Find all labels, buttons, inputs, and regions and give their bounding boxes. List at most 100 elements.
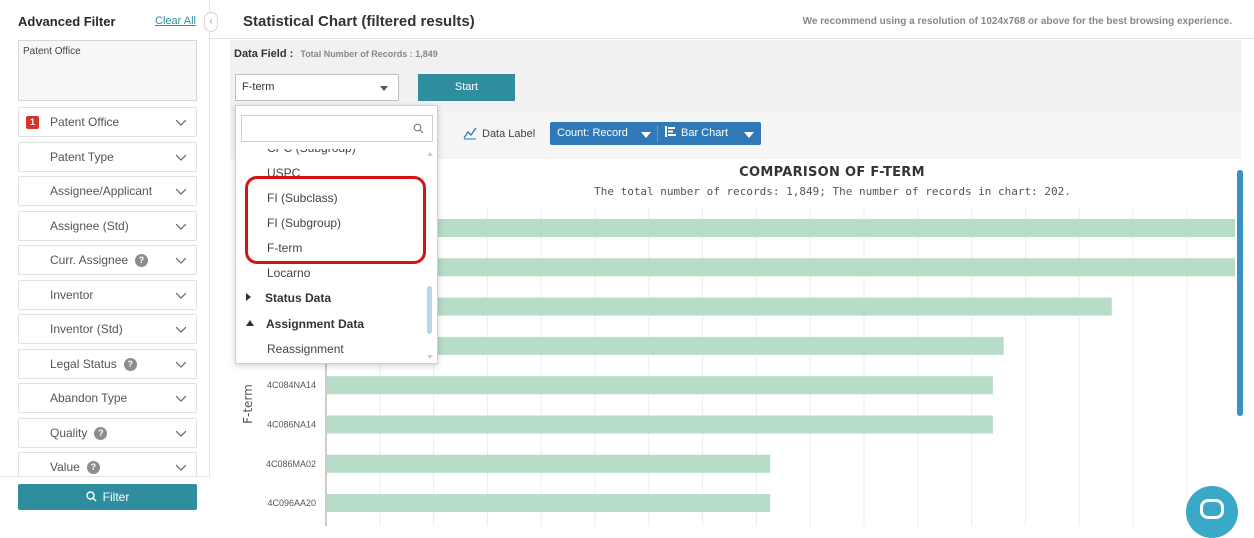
- dropdown-options: CPC (Subgroup) USPC FI (Subclass) FI (Subgr…: [236, 149, 429, 363]
- chart-type-label: Bar Chart: [681, 127, 729, 139]
- dropdown-scrollbar-thumb[interactable]: [427, 286, 432, 334]
- chevron-down-icon: [176, 257, 186, 264]
- help-icon[interactable]: ?: [135, 254, 149, 267]
- sidebar-title: Advanced Filter: [18, 14, 116, 29]
- filter-item-label: Assignee/Applicant: [50, 184, 153, 198]
- category-tick-label: 4C086NA14: [267, 420, 316, 430]
- count-record-button[interactable]: Count: Record: [557, 122, 657, 145]
- count-record-label: Count: Record: [557, 127, 628, 139]
- filter-item-patent-office[interactable]: 1 Patent Office: [18, 107, 197, 137]
- start-button[interactable]: Start: [418, 74, 515, 101]
- chevron-left-icon: ‹: [209, 16, 213, 27]
- chart-bar[interactable]: [327, 376, 993, 395]
- dropdown-group-status-data[interactable]: Status Data: [246, 291, 331, 305]
- chart-bar[interactable]: [327, 258, 1235, 277]
- caret-down-icon: [744, 132, 754, 138]
- bar-chart-icon: [665, 126, 676, 137]
- chart-options-group: Count: Record Bar Chart: [550, 122, 761, 145]
- dropdown-group-assignment-data[interactable]: Assignment Data: [246, 317, 364, 331]
- filter-item-label: Patent Type: [50, 149, 114, 164]
- collapse-arrow-icon: [246, 320, 254, 326]
- filter-item-patent-type[interactable]: Patent Type: [18, 141, 197, 172]
- selected-filters-box: Patent Office: [18, 40, 197, 101]
- filter-item-label: Patent Office: [50, 115, 120, 129]
- data-field-panel: Data Field : Total Number of Records : 1…: [230, 40, 1241, 112]
- data-label-icon[interactable]: [463, 126, 477, 140]
- filter-item-label: Curr. Assignee: [50, 253, 129, 267]
- dropdown-group-label: Status Data: [265, 291, 332, 305]
- clear-all-link[interactable]: Clear All: [155, 15, 196, 27]
- search-icon: [413, 123, 424, 134]
- filter-item-abandon-type[interactable]: Abandon Type: [18, 383, 197, 413]
- filter-item-legal-status[interactable]: Legal Status?: [18, 348, 197, 379]
- dropdown-option-reassignment[interactable]: Reassignment: [267, 342, 344, 356]
- caret-down-icon: [641, 132, 651, 138]
- data-field-selected-value: F-term: [242, 81, 275, 93]
- chevron-down-icon: [176, 154, 186, 161]
- data-label-toggle[interactable]: Data Label: [482, 128, 535, 140]
- dropdown-option-fi-subgroup[interactable]: FI (Subgroup): [267, 216, 341, 230]
- chart-scrollbar[interactable]: [1237, 170, 1243, 416]
- chevron-down-icon: [176, 292, 186, 299]
- scroll-down-arrow[interactable]: [427, 355, 433, 359]
- scroll-up-arrow[interactable]: [427, 152, 433, 156]
- filter-item-label: Inventor (Std): [50, 322, 123, 336]
- chat-icon: [1200, 499, 1224, 519]
- filter-item-assignee-applicant[interactable]: Assignee/Applicant: [18, 176, 197, 206]
- filter-item-label: Abandon Type: [50, 391, 128, 405]
- chevron-down-icon: [176, 223, 186, 230]
- filter-item-label: Inventor: [50, 287, 94, 302]
- resolution-notice: We recommend using a resolution of 1024x…: [802, 16, 1232, 27]
- filter-item-label: Legal Status: [50, 356, 117, 371]
- chat-support-button[interactable]: [1186, 486, 1238, 538]
- filter-button-label: Filter: [102, 490, 130, 504]
- advanced-filter-sidebar: Advanced Filter Clear All Patent Office …: [0, 0, 210, 526]
- dropdown-search-input[interactable]: [241, 115, 433, 142]
- dropdown-option-uspc[interactable]: USPC: [267, 166, 300, 180]
- top-bar: Statistical Chart (filtered results) We …: [210, 0, 1254, 39]
- page-title: Statistical Chart (filtered results): [243, 13, 475, 30]
- filter-item-label: Value: [50, 460, 80, 474]
- category-tick-label: 4C096AA20: [267, 498, 316, 508]
- chevron-down-icon: [176, 464, 186, 471]
- chart-bar[interactable]: [327, 415, 993, 434]
- help-icon[interactable]: ?: [94, 426, 108, 440]
- chart-bar[interactable]: [327, 454, 771, 473]
- chevron-down-icon: [176, 119, 186, 126]
- category-tick-label: 4C086MA02: [266, 459, 316, 469]
- chart-type-button[interactable]: Bar Chart: [665, 122, 761, 145]
- category-tick-label: 4C084NA14: [267, 380, 316, 390]
- chart-bar[interactable]: [327, 297, 1112, 316]
- y-axis-title: F-term: [241, 384, 255, 424]
- filter-item-inventor-std[interactable]: Inventor (Std): [18, 314, 197, 344]
- caret-down-icon: [380, 86, 388, 91]
- filter-list: 1 Patent Office Patent Type Assignee/Applic…: [18, 107, 197, 487]
- help-icon[interactable]: ?: [123, 357, 137, 371]
- expand-arrow-icon: [246, 293, 251, 301]
- data-field-title: Data Field :: [234, 48, 294, 60]
- dropdown-group-label: Assignment Data: [266, 317, 365, 331]
- chart-bar[interactable]: [327, 219, 1235, 237]
- data-field-select[interactable]: F-term: [235, 74, 399, 101]
- filter-item-label: Quality: [50, 425, 88, 440]
- dropdown-option-f-term[interactable]: F-term: [267, 241, 302, 255]
- chevron-down-icon: [176, 326, 186, 333]
- filter-item-assignee-std[interactable]: Assignee (Std): [18, 210, 197, 241]
- filter-item-curr-assignee[interactable]: Curr. Assignee?: [18, 245, 197, 275]
- filter-button[interactable]: Filter: [18, 484, 197, 510]
- search-icon: [85, 491, 97, 502]
- filter-item-inventor[interactable]: Inventor: [18, 279, 197, 310]
- help-icon[interactable]: ?: [86, 461, 100, 474]
- dropdown-option-locarno[interactable]: Locarno: [267, 266, 310, 280]
- dropdown-option-cpc-subgroup[interactable]: CPC (Subgroup): [267, 149, 356, 155]
- filter-count-badge: 1: [26, 116, 39, 129]
- chart-bar[interactable]: [327, 494, 771, 513]
- collapse-sidebar-button[interactable]: ‹: [204, 12, 218, 32]
- chevron-down-icon: [176, 430, 186, 437]
- record-count: Total Number of Records : 1,849: [300, 49, 438, 59]
- chevron-down-icon: [176, 188, 186, 195]
- filter-item-quality[interactable]: Quality?: [18, 417, 197, 448]
- dropdown-option-fi-subclass[interactable]: FI (Subclass): [267, 191, 338, 205]
- filter-item-label: Assignee (Std): [50, 218, 129, 233]
- data-field-label: Data Field : Total Number of Records : 1…: [234, 48, 438, 60]
